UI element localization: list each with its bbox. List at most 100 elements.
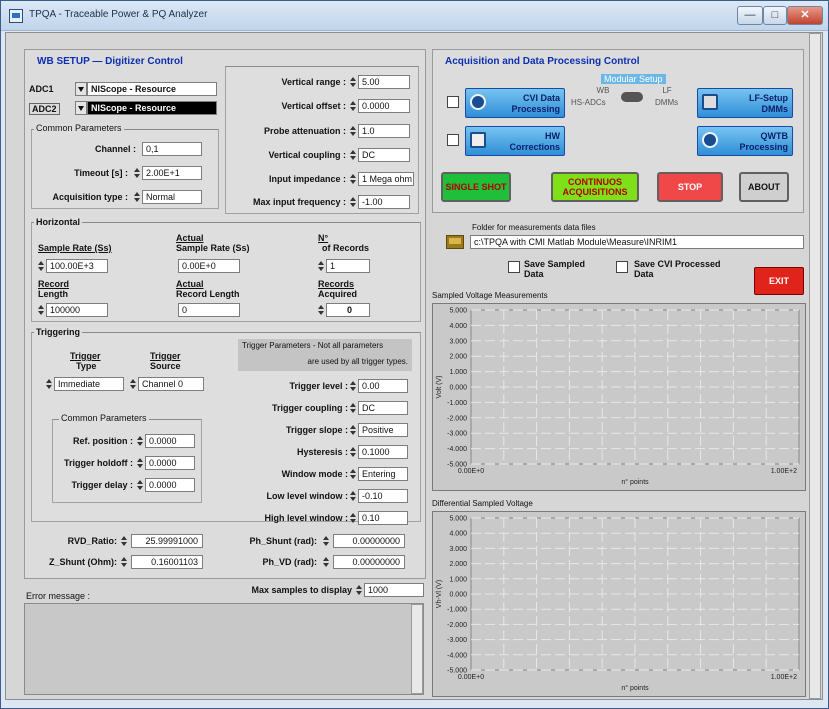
actual-record-length-label-2: Record Length: [176, 289, 240, 299]
exit-button[interactable]: EXIT: [754, 267, 804, 295]
vertical-range-spinner[interactable]: [350, 75, 356, 89]
ph-shunt-input[interactable]: 0.00000000: [333, 534, 405, 548]
lf-setup-dmms-button[interactable]: LF-Setup DMMs: [697, 88, 793, 118]
hysteresis-spinner[interactable]: [350, 445, 356, 459]
hysteresis-input[interactable]: 0.1000: [358, 445, 408, 459]
trigger-params-note: Trigger Parameters - Not all parameters …: [238, 339, 412, 371]
record-length-spinner[interactable]: [38, 303, 44, 317]
record-length-input[interactable]: 100000: [46, 303, 108, 317]
actual-record-length-output: 0: [178, 303, 240, 317]
save-cvi-processed-data-checkbox[interactable]: [616, 261, 628, 273]
rvd-ratio-input[interactable]: 25.99991000: [131, 534, 203, 548]
error-message-box[interactable]: [24, 603, 424, 695]
chart1-x-tick-label: 1.00E+2: [771, 468, 797, 475]
vertical-offset-input[interactable]: 0.0000: [358, 99, 410, 113]
trigger-coupling-input[interactable]: DC: [358, 401, 408, 415]
dmms-label: DMMs: [655, 98, 679, 107]
sample-rate-spinner[interactable]: [38, 259, 44, 273]
acquisition-type-spinner[interactable]: [134, 190, 140, 204]
high-level-window-spinner[interactable]: [350, 511, 356, 525]
adc2-resource-field[interactable]: NIScope - Resource: [87, 101, 217, 115]
ph-vd-input[interactable]: 0.00000000: [333, 555, 405, 569]
probe-attenuation-spinner[interactable]: [350, 124, 356, 138]
acquisition-type-input[interactable]: Normal: [142, 190, 202, 204]
window-vertical-scrollbar[interactable]: [809, 33, 821, 699]
vertical-coupling-input[interactable]: DC: [358, 148, 410, 162]
continuous-acquisitions-button[interactable]: CONTINUOS ACQUISITIONS: [551, 172, 639, 202]
trigger-source-label-1: Trigger: [150, 351, 181, 361]
trigger-type-spinner[interactable]: [46, 377, 52, 391]
trigger-level-input[interactable]: 0.00: [358, 379, 408, 393]
probe-attenuation-input[interactable]: 1.0: [358, 124, 410, 138]
single-shot-button[interactable]: SINGLE SHOT: [441, 172, 511, 202]
window-mode-spinner[interactable]: [350, 467, 356, 481]
max-samples-input[interactable]: 1000: [364, 583, 424, 597]
n-records-spinner[interactable]: [318, 259, 324, 273]
ph-shunt-spinner[interactable]: [323, 534, 329, 548]
chart1-y-tick-label: 4.000: [449, 323, 467, 330]
input-impedance-spinner[interactable]: [350, 172, 356, 186]
vertical-range-label: Vertical range :: [281, 77, 346, 87]
vertical-range-input[interactable]: 5.00: [358, 75, 410, 89]
trigger-type-input[interactable]: Immediate: [54, 377, 124, 391]
folder-path-input[interactable]: c:\TPQA with CMI Matlab Module\Measure\I…: [470, 235, 804, 249]
stop-button[interactable]: STOP: [657, 172, 723, 202]
z-shunt-input[interactable]: 0.16001103: [131, 555, 203, 569]
setup-toggle-switch[interactable]: [621, 92, 643, 102]
trigger-source-input[interactable]: Channel 0: [138, 377, 204, 391]
trigger-slope-input[interactable]: Positive: [358, 423, 408, 437]
folder-open-icon[interactable]: [446, 235, 464, 249]
trigger-delay-spinner[interactable]: [137, 478, 143, 492]
cvi-processing-checkbox[interactable]: [447, 96, 459, 108]
acquisition-type-label: Acquisition type :: [52, 192, 128, 202]
trigger-delay-input[interactable]: 0.0000: [145, 478, 195, 492]
low-level-window-spinner[interactable]: [350, 489, 356, 503]
error-message-scrollbar[interactable]: [411, 604, 423, 694]
acquisition-control-title: Acquisition and Data Processing Control: [445, 56, 640, 67]
hw-corrections-button[interactable]: HW Corrections: [465, 126, 565, 156]
chart1-y-tick-label: -3.000: [447, 431, 467, 438]
chart2-y-tick-label: -1.000: [447, 607, 467, 614]
rvd-ratio-spinner[interactable]: [121, 534, 127, 548]
cvi-data-processing-button[interactable]: CVI Data Processing: [465, 88, 565, 118]
low-level-window-input[interactable]: -0.10: [358, 489, 408, 503]
adc1-resource-field[interactable]: NIScope - Resource: [87, 82, 217, 96]
qwtb-processing-button[interactable]: QWTB Processing: [697, 126, 793, 156]
hw-corrections-checkbox[interactable]: [447, 134, 459, 146]
trigger-slope-spinner[interactable]: [350, 423, 356, 437]
minimize-button[interactable]: —: [737, 6, 763, 25]
trigger-holdoff-spinner[interactable]: [137, 456, 143, 470]
window-mode-input[interactable]: Entering: [358, 467, 408, 481]
adc2-dropdown-button[interactable]: [75, 101, 87, 115]
about-button[interactable]: ABOUT: [739, 172, 789, 202]
max-input-frequency-spinner[interactable]: [350, 195, 356, 209]
high-level-window-input[interactable]: 0.10: [358, 511, 408, 525]
records-acquired-spinner[interactable]: [318, 303, 324, 317]
maximize-button[interactable]: □: [763, 6, 787, 25]
save-sampled-data-checkbox[interactable]: [508, 261, 520, 273]
max-samples-label: Max samples to display: [251, 585, 352, 595]
records-acquired-label-1: Records: [318, 279, 355, 289]
trigger-source-spinner[interactable]: [130, 377, 136, 391]
trigger-level-spinner[interactable]: [350, 379, 356, 393]
vertical-coupling-spinner[interactable]: [350, 148, 356, 162]
max-input-frequency-input[interactable]: -1.00: [358, 195, 410, 209]
close-button[interactable]: ✕: [787, 6, 823, 25]
ref-position-input[interactable]: 0.0000: [145, 434, 195, 448]
ref-position-spinner[interactable]: [137, 434, 143, 448]
channel-input[interactable]: 0,1: [142, 142, 202, 156]
sample-rate-input[interactable]: 100.00E+3: [46, 259, 108, 273]
timeout-input[interactable]: 2.00E+1: [142, 166, 202, 180]
n-records-input[interactable]: 1: [326, 259, 370, 273]
trigger-holdoff-input[interactable]: 0.0000: [145, 456, 195, 470]
trigger-coupling-spinner[interactable]: [350, 401, 356, 415]
chart1-y-tick-label: -4.000: [447, 446, 467, 453]
z-shunt-spinner[interactable]: [121, 555, 127, 569]
timeout-spinner[interactable]: [134, 166, 140, 180]
input-impedance-input[interactable]: 1 Mega ohm: [358, 172, 414, 186]
adc1-dropdown-button[interactable]: [75, 82, 87, 96]
record-length-label-1: Record: [38, 279, 70, 289]
vertical-offset-spinner[interactable]: [350, 99, 356, 113]
max-samples-spinner[interactable]: [356, 583, 362, 597]
ph-vd-spinner[interactable]: [323, 555, 329, 569]
